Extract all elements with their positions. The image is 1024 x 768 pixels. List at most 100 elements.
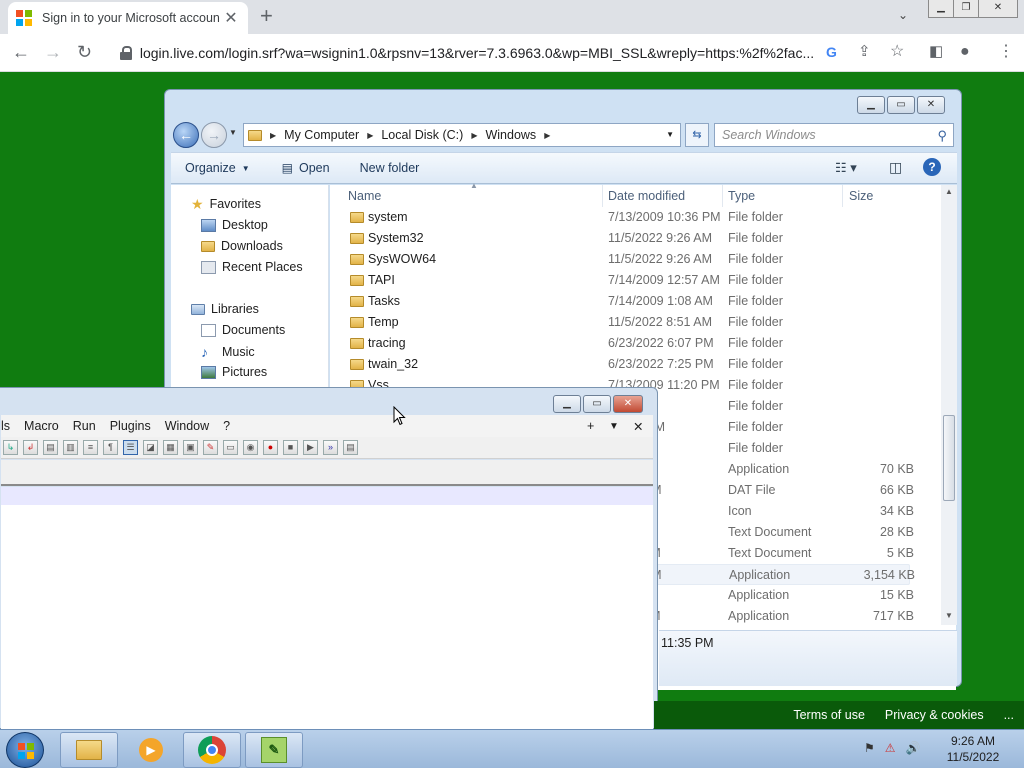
- column-type[interactable]: Type: [728, 185, 755, 207]
- tab-close-icon[interactable]: ✕: [222, 8, 240, 28]
- menu-tools[interactable]: ls: [1, 419, 10, 433]
- new-tab-icon[interactable]: +: [260, 5, 273, 27]
- vertical-scrollbar[interactable]: ▲ ▼: [941, 185, 957, 625]
- nav-documents[interactable]: Documents: [201, 323, 285, 337]
- breadcrumb-my-computer[interactable]: My Computer: [284, 128, 359, 142]
- refresh-icon[interactable]: ⇆: [685, 123, 709, 147]
- tab-search-chevron-icon[interactable]: ⌄: [898, 8, 908, 22]
- table-row[interactable]: Temp 11/5/2022 8:51 AM File folder: [330, 312, 910, 333]
- back-button-icon[interactable]: ←: [173, 122, 199, 148]
- network-icon[interactable]: ⚠: [885, 741, 896, 755]
- nav-libraries[interactable]: Libraries: [191, 302, 259, 316]
- editor-area[interactable]: [1, 505, 653, 730]
- terms-of-use-link[interactable]: Terms of use: [793, 708, 865, 722]
- new-folder-button[interactable]: New folder: [360, 161, 420, 175]
- action-center-icon[interactable]: ⚑: [864, 741, 875, 755]
- scroll-down-arrow-icon[interactable]: ▼: [941, 611, 957, 620]
- column-size[interactable]: Size: [849, 185, 873, 207]
- search-input[interactable]: Search Windows ⚲: [714, 123, 954, 147]
- column-date-modified[interactable]: Date modified: [608, 185, 685, 207]
- nav-music[interactable]: ♪ Music: [201, 344, 255, 360]
- explorer-minimize-button[interactable]: ▁: [857, 96, 885, 114]
- share-icon[interactable]: ⇪: [858, 42, 871, 62]
- user-language-icon[interactable]: ◪: [143, 440, 158, 455]
- profile-avatar-icon[interactable]: ●: [960, 42, 970, 62]
- column-name[interactable]: Name: [348, 185, 381, 207]
- view-options-icon[interactable]: ☷ ▾: [835, 160, 857, 176]
- stop-recording-icon[interactable]: ■: [283, 440, 298, 455]
- menu-run[interactable]: Run: [73, 419, 96, 433]
- taskbar-media-player-button[interactable]: ▶: [122, 732, 180, 768]
- save-macro-icon[interactable]: ▤: [343, 440, 358, 455]
- taskbar-chrome-button[interactable]: [183, 732, 241, 768]
- volume-icon[interactable]: 🔊: [906, 741, 921, 755]
- menu-help[interactable]: ?: [223, 419, 230, 433]
- nav-downloads[interactable]: Downloads: [201, 239, 283, 253]
- function-list-icon[interactable]: ▣: [183, 440, 198, 455]
- menu-macro[interactable]: Macro: [24, 419, 59, 433]
- document-map-icon[interactable]: ▦: [163, 440, 178, 455]
- recent-pages-dropdown-icon[interactable]: ▼: [229, 128, 237, 137]
- google-icon[interactable]: G: [826, 42, 837, 62]
- browser-restore-button[interactable]: ❐: [953, 0, 979, 18]
- forward-button-icon[interactable]: →: [201, 122, 227, 148]
- scroll-thumb[interactable]: [943, 415, 955, 501]
- explorer-maximize-button[interactable]: ▭: [887, 96, 915, 114]
- explorer-close-button[interactable]: ✕: [917, 96, 945, 114]
- menu-plugins[interactable]: Plugins: [110, 419, 151, 433]
- indent-guide-icon[interactable]: ☰: [123, 440, 138, 455]
- tab-list-dropdown-icon[interactable]: ▼: [609, 421, 619, 432]
- browser-close-button[interactable]: ✕: [978, 0, 1018, 18]
- notepadpp-close-button[interactable]: ✕: [613, 395, 643, 413]
- explorer-address-bar[interactable]: ▶ My Computer ▶ Local Disk (C:) ▶ Window…: [243, 123, 681, 147]
- word-wrap-icon[interactable]: ≡: [83, 440, 98, 455]
- zoom-in-icon[interactable]: ↳: [3, 440, 18, 455]
- column-divider[interactable]: [602, 185, 603, 207]
- preview-pane-icon[interactable]: ◫: [889, 159, 902, 176]
- monitoring-icon[interactable]: ◉: [243, 440, 258, 455]
- address-dropdown-icon[interactable]: ▼: [666, 130, 674, 139]
- organize-button[interactable]: Organize ▼: [185, 161, 250, 175]
- run-macro-multiple-icon[interactable]: »: [323, 440, 338, 455]
- menu-kebab-icon[interactable]: ⋮: [998, 42, 1014, 62]
- column-divider[interactable]: [842, 185, 843, 207]
- table-row[interactable]: SysWOW64 11/5/2022 9:26 AM File folder: [330, 249, 910, 270]
- browser-tab[interactable]: Sign in to your Microsoft accoun ✕: [8, 2, 248, 34]
- table-row[interactable]: Tasks 7/14/2009 1:08 AM File folder: [330, 291, 910, 312]
- zoom-out-icon[interactable]: ↲: [23, 440, 38, 455]
- reload-icon[interactable]: ↻: [77, 42, 92, 62]
- bookmark-star-icon[interactable]: ☆: [890, 42, 904, 62]
- privacy-cookies-link[interactable]: Privacy & cookies: [885, 708, 984, 722]
- taskbar-explorer-button[interactable]: [60, 732, 118, 768]
- address-bar[interactable]: login.live.com/login.srf?wa=wsignin1.0&r…: [108, 38, 820, 68]
- new-tab-plus-icon[interactable]: +: [587, 419, 594, 433]
- start-button[interactable]: [6, 732, 44, 768]
- project-panel-icon[interactable]: ▭: [223, 440, 238, 455]
- menu-window[interactable]: Window: [165, 419, 209, 433]
- record-macro-icon[interactable]: ●: [263, 440, 278, 455]
- table-row[interactable]: twain_32 6/23/2022 7:25 PM File folder: [330, 354, 910, 375]
- nav-pictures[interactable]: Pictures: [201, 365, 267, 379]
- nav-favorites[interactable]: ★ Favorites: [191, 197, 261, 211]
- help-icon[interactable]: ?: [923, 158, 941, 176]
- sync-horizontal-icon[interactable]: ▥: [63, 440, 78, 455]
- table-row[interactable]: system 7/13/2009 10:36 PM File folder: [330, 207, 910, 228]
- table-row[interactable]: System32 11/5/2022 9:26 AM File folder: [330, 228, 910, 249]
- notepadpp-maximize-button[interactable]: ▭: [583, 395, 611, 413]
- open-button[interactable]: ▤ Open: [282, 161, 330, 175]
- show-all-characters-icon[interactable]: ¶: [103, 440, 118, 455]
- nav-desktop[interactable]: Desktop: [201, 218, 268, 232]
- column-divider[interactable]: [722, 185, 723, 207]
- browser-minimize-button[interactable]: ▁: [928, 0, 954, 18]
- forward-arrow-icon[interactable]: →: [44, 42, 62, 62]
- playback-macro-icon[interactable]: ▶: [303, 440, 318, 455]
- table-row[interactable]: TAPI 7/14/2009 12:57 AM File folder: [330, 270, 910, 291]
- scroll-up-arrow-icon[interactable]: ▲: [941, 187, 957, 196]
- breadcrumb-local-disk[interactable]: Local Disk (C:): [381, 128, 463, 142]
- notepadpp-minimize-button[interactable]: ▁: [553, 395, 581, 413]
- folder-workspace-icon[interactable]: ✎: [203, 440, 218, 455]
- close-tab-icon[interactable]: ✕: [633, 419, 643, 434]
- sync-vertical-icon[interactable]: ▤: [43, 440, 58, 455]
- breadcrumb-windows[interactable]: Windows: [485, 128, 536, 142]
- side-panel-icon[interactable]: ◧: [929, 42, 943, 62]
